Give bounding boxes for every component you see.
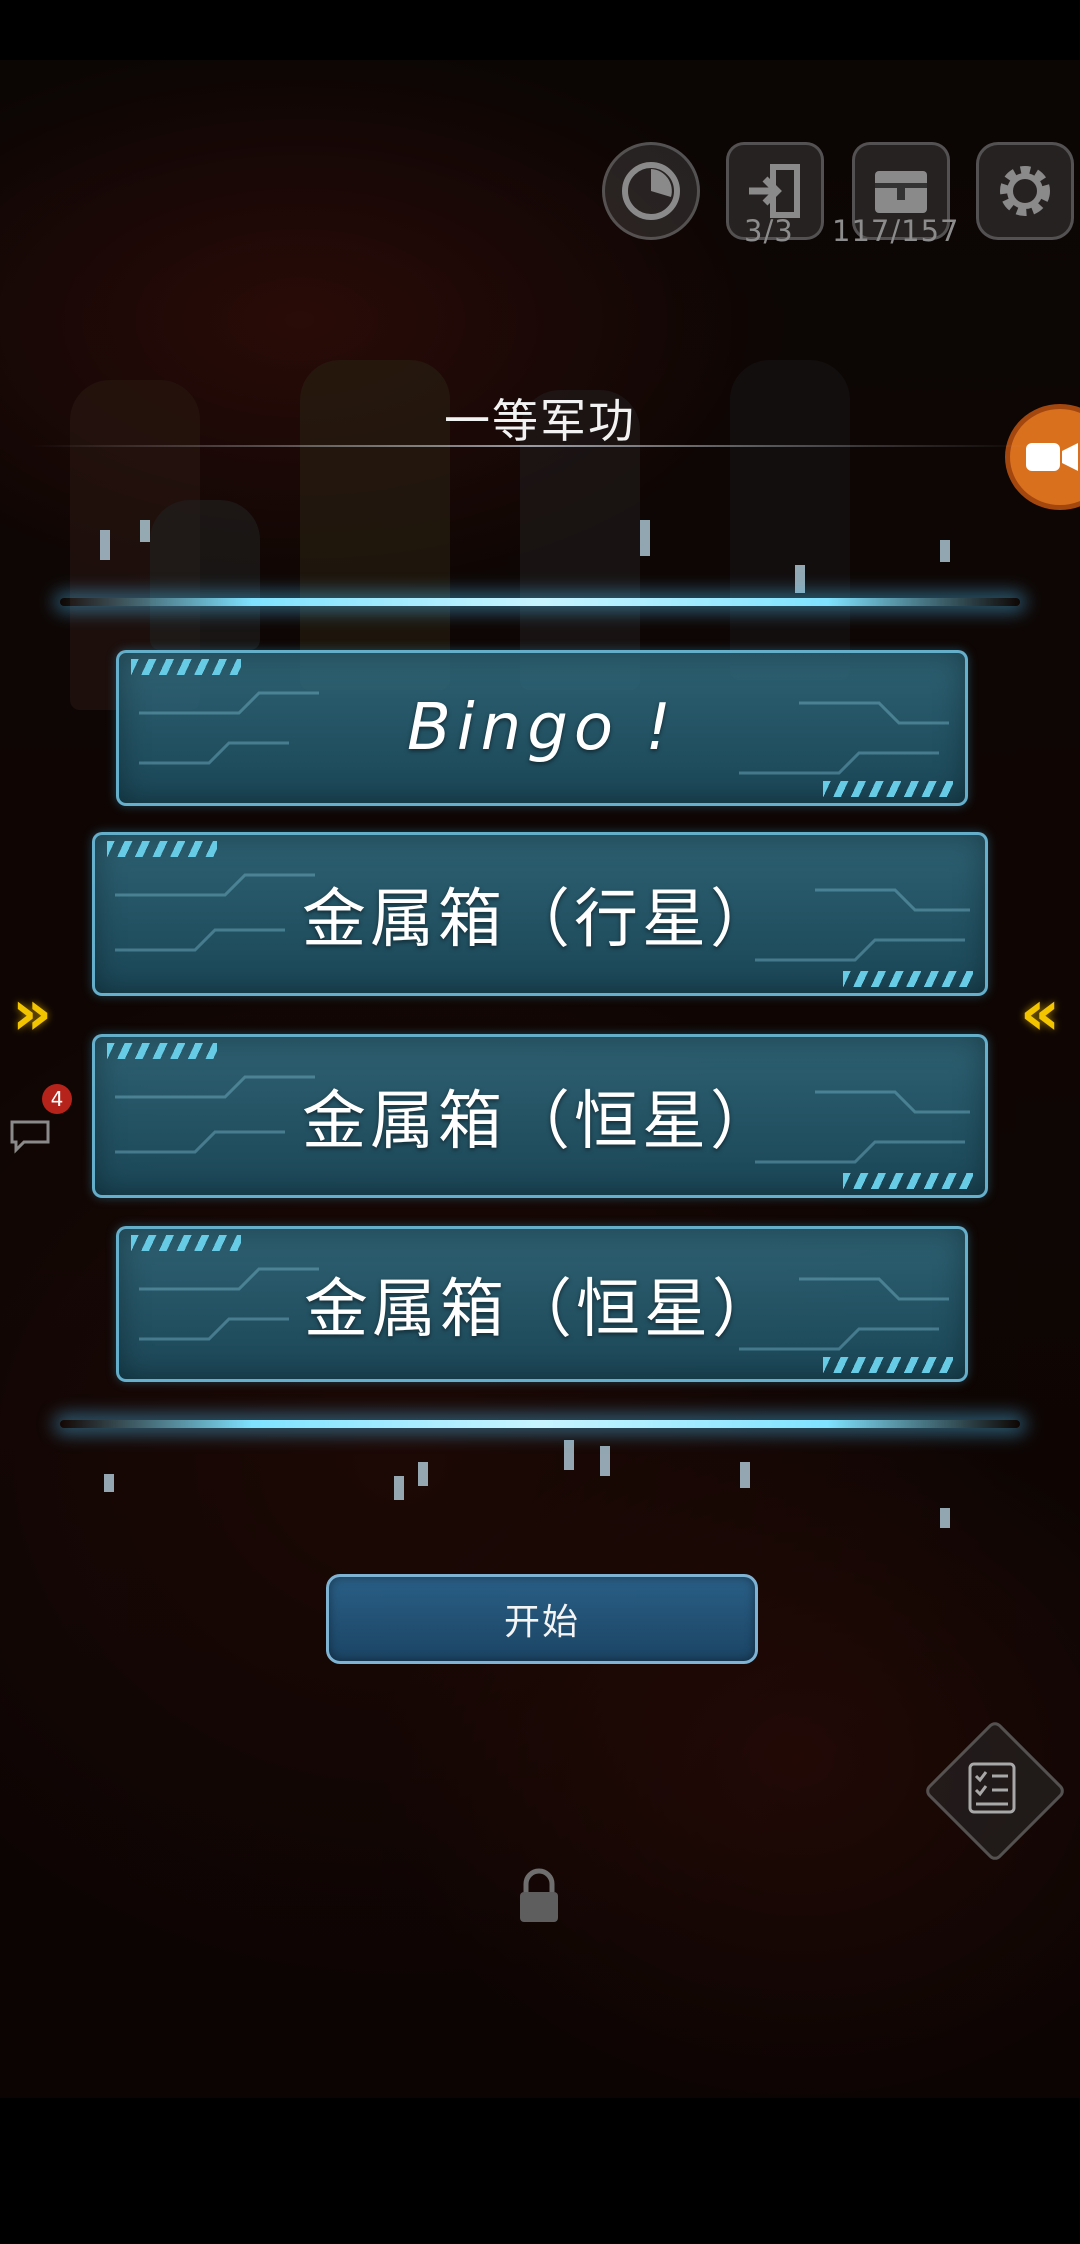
dialog-top-glow: [60, 598, 1020, 606]
reward-item-3: 金属箱（恒星）: [92, 1034, 988, 1198]
lock-icon: [520, 1868, 558, 1922]
card-tab-decoration: [107, 1043, 217, 1059]
reward-item-2: 金属箱（行星）: [92, 832, 988, 996]
next-area-arrow[interactable]: «: [1020, 976, 1060, 1049]
stats-button[interactable]: [602, 142, 700, 240]
settings-button[interactable]: [976, 142, 1074, 240]
dialog-bottom-glow: [60, 1420, 1020, 1428]
chest-count: 117/157: [832, 214, 960, 248]
sparkle: [104, 1474, 114, 1492]
sparkle: [940, 540, 950, 562]
sparkle: [600, 1446, 610, 1476]
reward-label: 金属箱（恒星）: [304, 1273, 780, 1347]
reward-label: 金属箱（行星）: [302, 883, 778, 957]
reward-item-4: 金属箱（恒星）: [116, 1226, 968, 1382]
system-navigation-bar: [0, 2098, 1080, 2244]
reward-item-1: Bingo !: [116, 650, 968, 806]
sparkle: [418, 1462, 428, 1486]
treasure-chest-icon: [875, 171, 927, 213]
start-button[interactable]: 开始: [326, 1574, 758, 1664]
chat-icon[interactable]: [8, 1118, 52, 1154]
sparkle: [795, 565, 805, 593]
sparkle: [740, 1462, 750, 1488]
chat-badge: 4: [42, 1084, 72, 1114]
sparkle: [100, 530, 110, 560]
sparkle: [564, 1440, 574, 1470]
dialog-title: 一等军功: [444, 394, 636, 448]
card-tab-decoration: [843, 1173, 973, 1189]
reward-label: Bingo !: [406, 691, 678, 765]
sparkle: [140, 520, 150, 542]
card-tab-decoration: [107, 841, 217, 857]
card-tab-decoration: [823, 781, 953, 797]
card-tab-decoration: [131, 659, 241, 675]
sparkle: [394, 1476, 404, 1500]
card-tab-decoration: [823, 1357, 953, 1373]
radar-icon: [622, 162, 680, 220]
exit-count: 3/3: [744, 214, 794, 248]
gear-icon: [1000, 166, 1050, 216]
sparkle: [940, 1508, 950, 1528]
reward-label: 金属箱（恒星）: [302, 1085, 778, 1159]
checklist-icon: [968, 1762, 1016, 1814]
prev-area-arrow[interactable]: »: [12, 976, 52, 1049]
card-tab-decoration: [131, 1235, 241, 1251]
sparkle: [640, 520, 650, 556]
exit-door-icon: [749, 164, 800, 218]
card-tab-decoration: [843, 971, 973, 987]
